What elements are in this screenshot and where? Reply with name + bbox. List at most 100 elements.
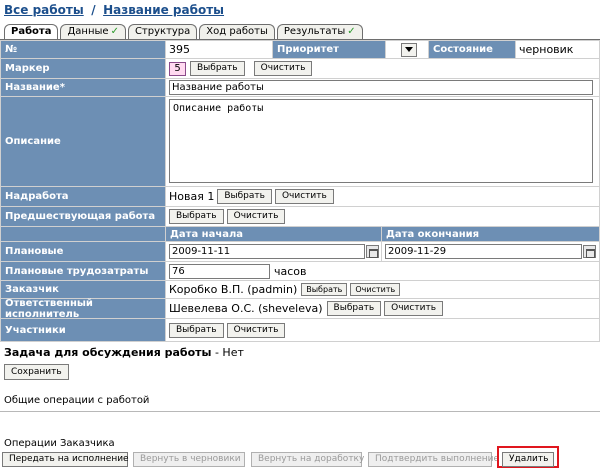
tab-label: Данные	[67, 26, 109, 37]
planned-start-cell: 2009-11-11	[166, 242, 381, 261]
breadcrumb-separator: /	[91, 3, 96, 17]
priority-cell	[386, 41, 428, 58]
planned-end-cell: 2009-11-29	[382, 242, 599, 261]
label-text: Участники	[5, 324, 66, 336]
tab-bar: Работа Данные ✓ Структура Ход работы Резу…	[4, 24, 363, 41]
customer-ops-bar: Передать на исполнение Вернуть в чернови…	[2, 446, 598, 469]
participants-select-button[interactable]: Выбрать	[169, 322, 224, 338]
number-label: №	[1, 41, 165, 58]
customer-value: Коробко В.П. (padmin)	[169, 283, 298, 296]
planned-end-input[interactable]: 2009-11-29	[385, 244, 582, 259]
tab-results[interactable]: Результаты ✓	[276, 24, 363, 40]
breadcrumb-all-works-link[interactable]: Все работы	[4, 3, 84, 17]
executor-select-button[interactable]: Выбрать	[326, 301, 382, 316]
marker-clear-button[interactable]: Очистить	[253, 61, 313, 76]
label-text: Плановые трудозатраты	[5, 265, 149, 277]
planned-start-input[interactable]: 2009-11-11	[169, 244, 365, 259]
breadcrumb: Все работы / Название работы	[4, 2, 224, 18]
executor-value: Шевелева О.С. (sheveleva)	[169, 302, 323, 315]
return-for-rework-button[interactable]: Вернуть на доработку	[251, 452, 364, 467]
label-text: Маркер	[5, 63, 50, 74]
delete-button[interactable]: Удалить	[502, 452, 554, 467]
description-label: Описание	[1, 97, 165, 186]
effort-input[interactable]: 76	[169, 263, 270, 279]
previous-select-button[interactable]: Выбрать	[169, 209, 224, 224]
marker-cell: 5 Выбрать Очистить	[166, 59, 599, 78]
common-ops-title: Общие операции с работой	[4, 395, 150, 406]
description-cell: Описание работы	[166, 97, 599, 186]
marker-swatch: 5	[169, 61, 186, 76]
label-text: Надработа	[5, 191, 69, 202]
label-text: Ответственный исполнитель	[5, 297, 93, 320]
description-textarea[interactable]: Описание работы	[169, 99, 593, 183]
label-text: Состояние	[433, 44, 493, 55]
header-text: Дата начала	[170, 228, 244, 240]
tab-label: Работа	[11, 26, 52, 37]
participants-cell: Выбрать Очистить	[166, 319, 599, 341]
discussion-line: Задача для обсуждения работы - Нет	[4, 346, 244, 360]
parent-cell: Новая 1 Выбрать Очистить	[166, 187, 599, 206]
label-text: Приоритет	[277, 44, 339, 55]
label-text: №	[5, 44, 18, 55]
title-cell: Название работы	[166, 79, 599, 96]
chevron-down-icon	[405, 47, 413, 52]
customer-label: Заказчик	[1, 281, 165, 298]
number-value: 395	[166, 41, 272, 58]
title-label: Название*	[1, 79, 165, 96]
effort-unit: часов	[274, 264, 307, 278]
return-to-drafts-button[interactable]: Вернуть в черновики	[133, 452, 245, 467]
priority-select[interactable]	[401, 42, 417, 57]
discussion-value: - Нет	[214, 346, 244, 359]
executor-cell: Шевелева О.С. (sheveleva) Выбрать Очисти…	[166, 299, 599, 318]
customer-clear-button[interactable]: Очистить	[350, 283, 401, 296]
customer-ops-title: Операции Заказчика	[4, 438, 115, 449]
discussion-label: Задача для обсуждения работы	[4, 346, 212, 359]
number-text: 395	[169, 43, 190, 56]
priority-label: Приоритет	[273, 41, 385, 58]
start-date-header: Дата начала	[166, 227, 381, 241]
save-button[interactable]: Сохранить	[4, 364, 69, 380]
previous-cell: Выбрать Очистить	[166, 207, 599, 226]
parent-label: Надработа	[1, 187, 165, 206]
parent-value: Новая 1	[169, 190, 215, 203]
header-text: Дата окончания	[386, 228, 480, 240]
effort-cell: 76 часов	[166, 262, 599, 280]
divider	[0, 411, 600, 412]
customer-select-button[interactable]: Выбрать	[301, 283, 348, 296]
tab-data[interactable]: Данные ✓	[60, 24, 126, 40]
tab-label: Структура	[134, 26, 191, 37]
label-text: Заказчик	[5, 284, 59, 295]
label-text: Предшествующая работа	[5, 211, 156, 222]
executor-clear-button[interactable]: Очистить	[384, 301, 443, 316]
tab-label: Ход работы	[206, 26, 268, 37]
state-text: черновик	[519, 43, 574, 56]
title-input[interactable]: Название работы	[169, 80, 593, 95]
tab-progress[interactable]: Ход работы	[199, 24, 275, 40]
executor-label: Ответственный исполнитель	[1, 297, 165, 320]
label-text: Описание	[5, 136, 61, 147]
effort-label: Плановые трудозатраты	[1, 262, 165, 280]
check-icon: ✓	[110, 26, 119, 37]
parent-clear-button[interactable]: Очистить	[274, 189, 334, 204]
label-text: Плановые	[5, 246, 64, 257]
label-text: Название*	[5, 82, 65, 93]
planned-label: Плановые	[1, 242, 165, 261]
state-label: Состояние	[429, 41, 515, 58]
participants-clear-button[interactable]: Очистить	[226, 322, 286, 338]
tab-label: Результаты	[283, 26, 346, 37]
marker-select-button[interactable]: Выбрать	[190, 61, 245, 76]
calendar-icon[interactable]	[583, 245, 596, 258]
tab-structure[interactable]: Структура	[127, 24, 198, 40]
state-value: черновик	[516, 41, 599, 58]
calendar-icon[interactable]	[366, 245, 379, 258]
participants-label: Участники	[1, 319, 165, 341]
transfer-to-execution-button[interactable]: Передать на исполнение	[2, 452, 129, 467]
dates-header-blank	[1, 227, 165, 241]
parent-select-button[interactable]: Выбрать	[217, 189, 272, 204]
breadcrumb-current-link[interactable]: Название работы	[103, 3, 224, 17]
previous-label: Предшествующая работа	[1, 207, 165, 226]
marker-label: Маркер	[1, 59, 165, 78]
confirm-completion-button[interactable]: Подтвердить выполнение	[368, 452, 499, 467]
customer-cell: Коробко В.П. (padmin) Выбрать Очистить	[166, 281, 599, 298]
previous-clear-button[interactable]: Очистить	[226, 209, 286, 224]
